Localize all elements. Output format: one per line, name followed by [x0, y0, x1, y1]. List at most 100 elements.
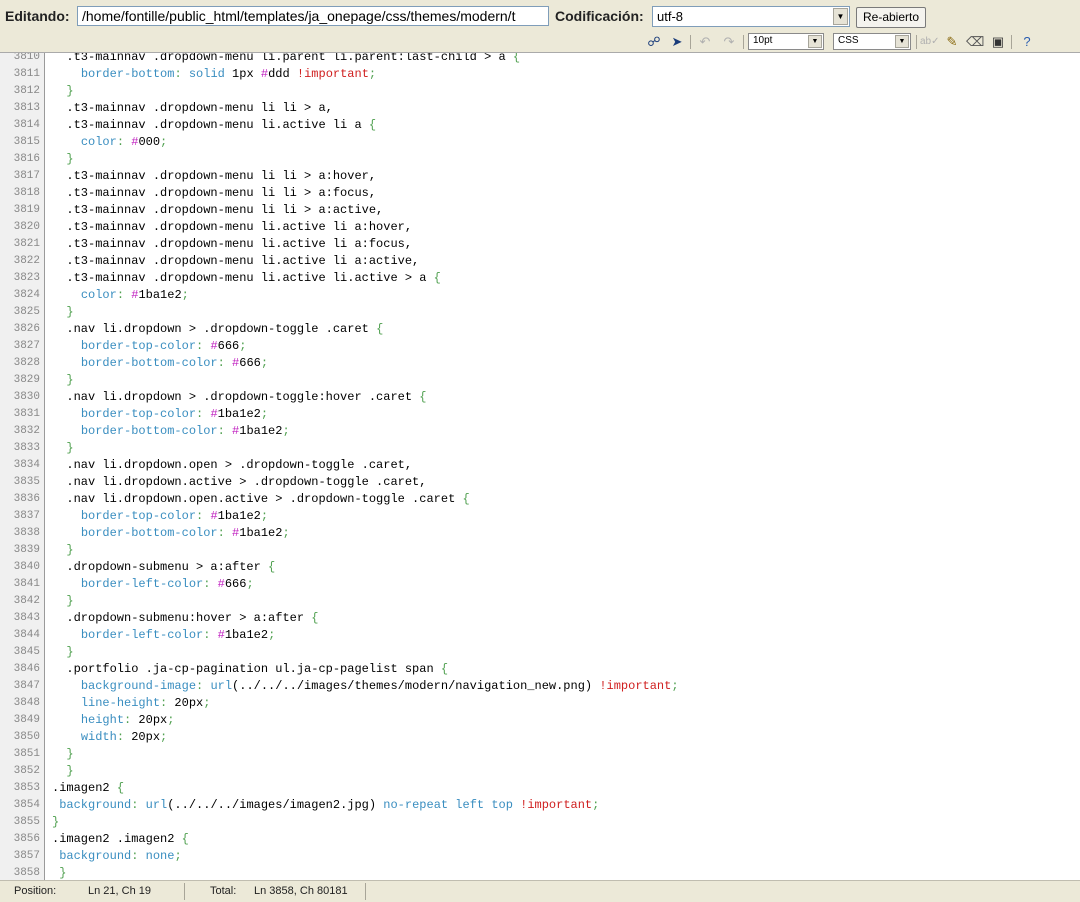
- line-text[interactable]: .nav li.dropdown.open > .dropdown-toggle…: [52, 457, 412, 474]
- chevron-down-icon[interactable]: ▼: [833, 8, 848, 25]
- line-text[interactable]: color: #000;: [52, 134, 167, 151]
- code-line[interactable]: 3828 border-bottom-color: #666;: [0, 355, 1080, 372]
- code-line[interactable]: 3822 .t3-mainnav .dropdown-menu li.activ…: [0, 253, 1080, 270]
- code-line[interactable]: 3826 .nav li.dropdown > .dropdown-toggle…: [0, 321, 1080, 338]
- line-text[interactable]: border-top-color: #1ba1e2;: [52, 508, 268, 525]
- line-text[interactable]: color: #1ba1e2;: [52, 287, 189, 304]
- line-text[interactable]: }: [52, 372, 73, 389]
- line-text[interactable]: .nav li.dropdown.active > .dropdown-togg…: [52, 474, 426, 491]
- code-line[interactable]: 3842 }: [0, 593, 1080, 610]
- code-line[interactable]: 3846 .portfolio .ja-cp-pagination ul.ja-…: [0, 661, 1080, 678]
- code-line[interactable]: 3834 .nav li.dropdown.open > .dropdown-t…: [0, 457, 1080, 474]
- code-line[interactable]: 3841 border-left-color: #666;: [0, 576, 1080, 593]
- syntax-select[interactable]: CSS ▼: [833, 33, 911, 50]
- code-line[interactable]: 3843 .dropdown-submenu:hover > a:after {: [0, 610, 1080, 627]
- code-line[interactable]: 3823 .t3-mainnav .dropdown-menu li.activ…: [0, 270, 1080, 287]
- chevron-down-icon[interactable]: ▼: [808, 35, 822, 48]
- code-line[interactable]: 3839 }: [0, 542, 1080, 559]
- line-text[interactable]: }: [52, 542, 73, 559]
- line-text[interactable]: height: 20px;: [52, 712, 175, 729]
- line-text[interactable]: border-left-color: #666;: [52, 576, 254, 593]
- code-line[interactable]: 3855}: [0, 814, 1080, 831]
- line-text[interactable]: .dropdown-submenu > a:after {: [52, 559, 275, 576]
- code-line[interactable]: 3832 border-bottom-color: #1ba1e2;: [0, 423, 1080, 440]
- code-line[interactable]: 3854 background: url(../../../images/ima…: [0, 797, 1080, 814]
- font-size-select[interactable]: 10pt ▼: [748, 33, 824, 50]
- line-text[interactable]: }: [52, 151, 73, 168]
- highlight-icon[interactable]: ✎: [943, 33, 961, 51]
- code-line[interactable]: 3812 }: [0, 83, 1080, 100]
- search-icon[interactable]: ☍: [645, 33, 663, 51]
- chevron-down-icon[interactable]: ▼: [895, 35, 909, 48]
- line-text[interactable]: border-left-color: #1ba1e2;: [52, 627, 275, 644]
- code-line[interactable]: 3811 border-bottom: solid 1px #ddd !impo…: [0, 66, 1080, 83]
- line-text[interactable]: .t3-mainnav .dropdown-menu li li > a:hov…: [52, 168, 376, 185]
- code-line[interactable]: 3815 color: #000;: [0, 134, 1080, 151]
- line-text[interactable]: border-bottom-color: #666;: [52, 355, 268, 372]
- line-text[interactable]: border-bottom-color: #1ba1e2;: [52, 525, 290, 542]
- line-text[interactable]: }: [52, 593, 73, 610]
- line-text[interactable]: }: [52, 763, 73, 780]
- help-icon[interactable]: ?: [1018, 33, 1036, 51]
- code-line[interactable]: 3850 width: 20px;: [0, 729, 1080, 746]
- code-line[interactable]: 3814 .t3-mainnav .dropdown-menu li.activ…: [0, 117, 1080, 134]
- code-line[interactable]: 3817 .t3-mainnav .dropdown-menu li li > …: [0, 168, 1080, 185]
- fullscreen-icon[interactable]: ▣: [989, 33, 1007, 51]
- code-line[interactable]: 3853 .imagen2 {: [0, 780, 1080, 797]
- line-text[interactable]: line-height: 20px;: [52, 695, 211, 712]
- line-text[interactable]: .t3-mainnav .dropdown-menu li.active li …: [52, 117, 376, 134]
- code-line[interactable]: 3858 }: [0, 865, 1080, 880]
- code-line[interactable]: 3821 .t3-mainnav .dropdown-menu li.activ…: [0, 236, 1080, 253]
- eraser-icon[interactable]: ⌫: [966, 33, 984, 51]
- undo-icon[interactable]: ↶: [696, 33, 714, 51]
- line-text[interactable]: .t3-mainnav .dropdown-menu li.active li …: [52, 253, 419, 270]
- line-text[interactable]: background: none;: [52, 848, 181, 865]
- spellcheck-icon[interactable]: ab✓: [920, 33, 940, 51]
- line-text[interactable]: }: [52, 814, 59, 831]
- line-text[interactable]: }: [52, 644, 73, 661]
- file-path-input[interactable]: /home/fontille/public_html/templates/ja_…: [77, 6, 549, 26]
- code-line[interactable]: 3851 }: [0, 746, 1080, 763]
- code-line[interactable]: 3830 .nav li.dropdown > .dropdown-toggle…: [0, 389, 1080, 406]
- code-line[interactable]: 3824 color: #1ba1e2;: [0, 287, 1080, 304]
- line-text[interactable]: .imagen2 .imagen2 {: [52, 831, 189, 848]
- line-text[interactable]: .t3-mainnav .dropdown-menu li li > a,: [52, 100, 332, 117]
- code-line[interactable]: 3833 }: [0, 440, 1080, 457]
- code-line[interactable]: 3836 .nav li.dropdown.open.active > .dro…: [0, 491, 1080, 508]
- code-line[interactable]: 3819 .t3-mainnav .dropdown-menu li li > …: [0, 202, 1080, 219]
- redo-icon[interactable]: ↷: [720, 33, 738, 51]
- code-line[interactable]: 3813 .t3-mainnav .dropdown-menu li li > …: [0, 100, 1080, 117]
- encoding-select[interactable]: utf-8 ▼: [652, 6, 850, 27]
- code-line[interactable]: 3845 }: [0, 644, 1080, 661]
- code-line[interactable]: 3835 .nav li.dropdown.active > .dropdown…: [0, 474, 1080, 491]
- code-line[interactable]: 3838 border-bottom-color: #1ba1e2;: [0, 525, 1080, 542]
- line-text[interactable]: }: [52, 83, 73, 100]
- line-text[interactable]: border-bottom-color: #1ba1e2;: [52, 423, 290, 440]
- line-text[interactable]: .portfolio .ja-cp-pagination ul.ja-cp-pa…: [52, 661, 448, 678]
- code-line[interactable]: 3852 }: [0, 763, 1080, 780]
- code-line[interactable]: 3844 border-left-color: #1ba1e2;: [0, 627, 1080, 644]
- code-line[interactable]: 3840 .dropdown-submenu > a:after {: [0, 559, 1080, 576]
- line-text[interactable]: .t3-mainnav .dropdown-menu li li > a:act…: [52, 202, 383, 219]
- line-text[interactable]: border-bottom: solid 1px #ddd !important…: [52, 66, 376, 83]
- line-text[interactable]: }: [52, 746, 73, 763]
- line-text[interactable]: .t3-mainnav .dropdown-menu li.active li …: [52, 236, 412, 253]
- line-text[interactable]: .dropdown-submenu:hover > a:after {: [52, 610, 318, 627]
- code-lines[interactable]: 3810 .t3-mainnav .dropdown-menu li.paren…: [0, 53, 1080, 880]
- line-text[interactable]: .t3-mainnav .dropdown-menu li.active li …: [52, 219, 412, 236]
- line-text[interactable]: .t3-mainnav .dropdown-menu li li > a:foc…: [52, 185, 376, 202]
- line-text[interactable]: }: [52, 304, 73, 321]
- line-text[interactable]: .t3-mainnav .dropdown-menu li.active li.…: [52, 270, 440, 287]
- code-line[interactable]: 3856 .imagen2 .imagen2 {: [0, 831, 1080, 848]
- code-line[interactable]: 3816 }: [0, 151, 1080, 168]
- line-text[interactable]: background-image: url(../../../images/th…: [52, 678, 679, 695]
- code-line[interactable]: 3825 }: [0, 304, 1080, 321]
- code-line[interactable]: 3847 background-image: url(../../../imag…: [0, 678, 1080, 695]
- code-editor[interactable]: 3810 .t3-mainnav .dropdown-menu li.paren…: [0, 52, 1080, 881]
- line-text[interactable]: border-top-color: #666;: [52, 338, 247, 355]
- code-line[interactable]: 3831 border-top-color: #1ba1e2;: [0, 406, 1080, 423]
- code-line[interactable]: 3857 background: none;: [0, 848, 1080, 865]
- reopen-button[interactable]: Re-abierto: [856, 7, 926, 28]
- code-line[interactable]: 3820 .t3-mainnav .dropdown-menu li.activ…: [0, 219, 1080, 236]
- line-text[interactable]: width: 20px;: [52, 729, 167, 746]
